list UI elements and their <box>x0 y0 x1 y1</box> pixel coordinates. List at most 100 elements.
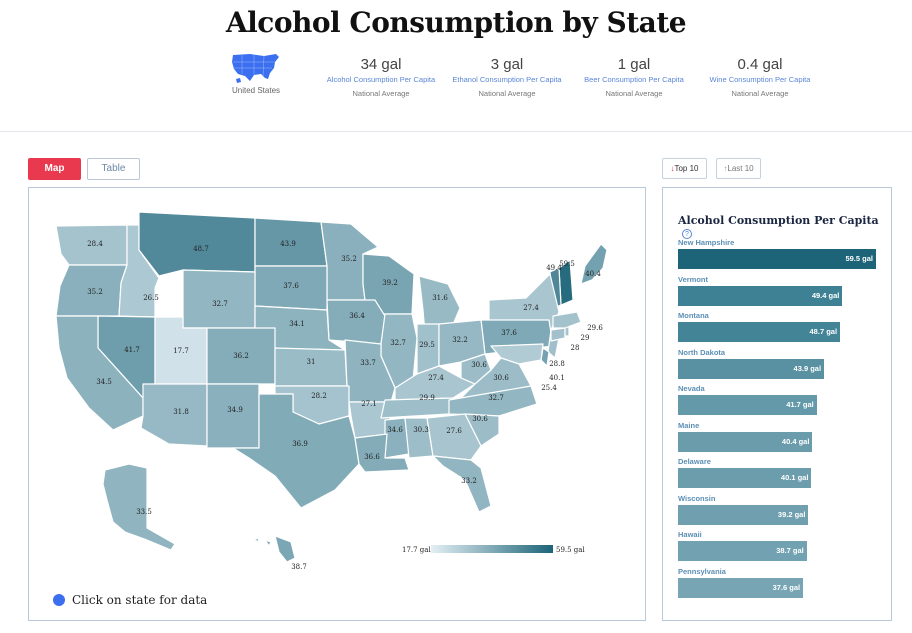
ranking-state-name: Delaware <box>678 457 711 466</box>
legend-min-label: 17.7 gal <box>402 546 431 554</box>
legend-max-label: 59.5 gal <box>556 546 585 554</box>
state-iowa[interactable] <box>326 299 386 345</box>
state-value-label: 31.6 <box>432 294 448 302</box>
stat-label[interactable]: Ethanol Consumption Per Capita <box>452 75 562 85</box>
stat-sub: National Average <box>478 89 536 98</box>
state-tennessee[interactable] <box>380 397 454 419</box>
state-value-label: 39.2 <box>382 279 398 287</box>
ranking-item[interactable]: Delaware 40.1 gal <box>678 457 812 488</box>
state-value-label: 28 <box>571 344 580 352</box>
ranking-item[interactable]: Vermont 49.4 gal <box>678 275 843 306</box>
state-value-label: 41.7 <box>124 346 140 354</box>
ranking-bar-value: 40.1 gal <box>780 473 809 482</box>
state-connecticut[interactable] <box>550 327 566 342</box>
ranking-bar-value: 40.4 gal <box>781 436 810 446</box>
top-10-button[interactable]: ↓Top 10 <box>662 158 707 179</box>
state-alaska[interactable] <box>102 463 176 551</box>
state-value-label: 34.9 <box>227 406 243 414</box>
stat-sub: National Average <box>352 89 410 98</box>
ranking-item[interactable]: Nevada 41.7 gal <box>678 384 817 415</box>
state-value-label: 35.2 <box>87 288 103 296</box>
state-value-label: 37.6 <box>283 282 299 290</box>
stat-sub: National Average <box>605 89 663 98</box>
state-value-label: 32.7 <box>390 339 406 347</box>
state-value-label: 17.7 <box>173 347 189 355</box>
state-value-label: 40.1 <box>549 374 565 382</box>
ranking-bar-value: 37.6 gal <box>772 582 801 592</box>
ranking-title: Alcohol Consumption Per Capita? <box>678 214 891 240</box>
ranking-state-name: Maine <box>678 420 700 430</box>
state-value-label: 43.9 <box>280 240 296 248</box>
ranking-bar[interactable]: 43.9 gal <box>678 358 825 379</box>
state-montana[interactable] <box>138 211 256 277</box>
state-value-label: 32.7 <box>212 300 228 308</box>
state-value-label: 30.6 <box>472 415 488 423</box>
state-value-label: 27.6 <box>446 427 462 435</box>
ranking-bar-value: 49.4 gal <box>811 290 840 300</box>
state-new-mexico[interactable] <box>206 383 260 449</box>
ranking-bar[interactable]: 39.2 gal <box>678 504 809 525</box>
ranking-state-name: Montana <box>678 311 709 320</box>
us-badge: United States <box>226 52 286 95</box>
ranking-bar[interactable]: 41.7 gal <box>678 395 817 415</box>
summary-stats: United States 34 gal Alcohol Consumption… <box>0 52 912 122</box>
state-value-label: 33.5 <box>136 508 152 516</box>
state-value-label: 25.4 <box>541 384 557 392</box>
ranking-bar[interactable]: 59.5 gal <box>678 249 876 269</box>
ranking-bar-value: 59.5 gal <box>845 254 873 263</box>
stat-label[interactable]: Beer Consumption Per Capita <box>579 75 689 85</box>
state-indiana[interactable] <box>416 323 440 375</box>
last-10-button[interactable]: ↑Last 10 <box>716 158 761 179</box>
stat-value: 34 gal <box>360 56 402 73</box>
ranking-item[interactable]: Hawaii 38.7 gal <box>678 530 807 561</box>
state-wyoming[interactable] <box>182 269 256 329</box>
state-kansas[interactable] <box>274 347 348 387</box>
ranking-bar[interactable]: 48.7 gal <box>678 322 841 342</box>
ranking-bar-value: 43.9 gal <box>793 363 822 373</box>
click-note: Click on state for data <box>53 593 207 607</box>
ranking-bar[interactable]: 37.6 gal <box>678 577 804 598</box>
ranking-item[interactable]: Pennsylvania 37.6 gal <box>678 567 804 598</box>
stat-value: 0.4 gal <box>737 56 783 73</box>
legend-gradient <box>431 545 553 553</box>
ranking-item[interactable]: New Hampshire 59.5 gal <box>678 238 876 269</box>
state-value-label: 49.4 <box>546 264 562 272</box>
ranking-item[interactable]: Montana 48.7 gal <box>678 311 841 342</box>
state-value-label: 36.6 <box>364 453 380 461</box>
state-value-label: 30.3 <box>413 426 429 434</box>
state-hawaii[interactable] <box>252 535 296 563</box>
state-value-label: 29 <box>581 334 590 342</box>
state-maine[interactable] <box>580 243 608 285</box>
state-value-label: 27.1 <box>361 400 377 408</box>
stat-value: 3 gal <box>490 56 524 73</box>
state-value-label: 36.4 <box>349 312 365 320</box>
state-value-label: 33.7 <box>360 359 376 367</box>
state-value-label: 38.7 <box>291 563 307 571</box>
state-value-label: 30.6 <box>493 374 509 382</box>
ranking-item[interactable]: Wisconsin 39.2 gal <box>678 494 809 525</box>
ranking-bar-value: 39.2 gal <box>777 509 806 519</box>
us-choropleth-map: 28.4 35.2 26.5 48.7 43.9 35.2 37.6 32.7 39.2 40.4… <box>55 211 608 571</box>
stat-label[interactable]: Alcohol Consumption Per Capita <box>326 75 436 85</box>
table-view-button[interactable]: Table <box>87 158 140 180</box>
ranking-bar-value: 38.7 gal <box>776 546 804 555</box>
ranking-bar[interactable]: 38.7 gal <box>678 541 807 561</box>
state-value-label: 36.2 <box>233 352 249 360</box>
stat-sub: National Average <box>731 89 789 98</box>
ranking-item[interactable]: Maine 40.4 gal <box>678 420 813 452</box>
ranking-panel: Alcohol Consumption Per Capita? New Hamp… <box>662 187 892 621</box>
stat-ethanol: 3 gal Ethanol Consumption Per Capita Nat… <box>452 56 562 98</box>
ranking-state-name: New Hampshire <box>678 238 735 247</box>
click-note-text: Click on state for data <box>72 593 208 607</box>
map-view-button[interactable]: Map <box>28 158 81 180</box>
ranking-item[interactable]: North Dakota 43.9 gal <box>678 348 825 379</box>
stat-wine: 0.4 gal Wine Consumption Per Capita Nati… <box>705 56 815 98</box>
ranking-bar-value: 41.7 gal <box>786 400 814 409</box>
ranking-bar[interactable]: 40.1 gal <box>678 468 812 488</box>
state-value-label: 40.4 <box>585 270 601 278</box>
state-value-label: 34.5 <box>96 378 112 386</box>
ranking-bar[interactable]: 49.4 gal <box>678 285 843 306</box>
stat-label[interactable]: Wine Consumption Per Capita <box>705 75 815 85</box>
stat-alcohol: 34 gal Alcohol Consumption Per Capita Na… <box>326 56 436 98</box>
ranking-bar[interactable]: 40.4 gal <box>678 431 813 452</box>
